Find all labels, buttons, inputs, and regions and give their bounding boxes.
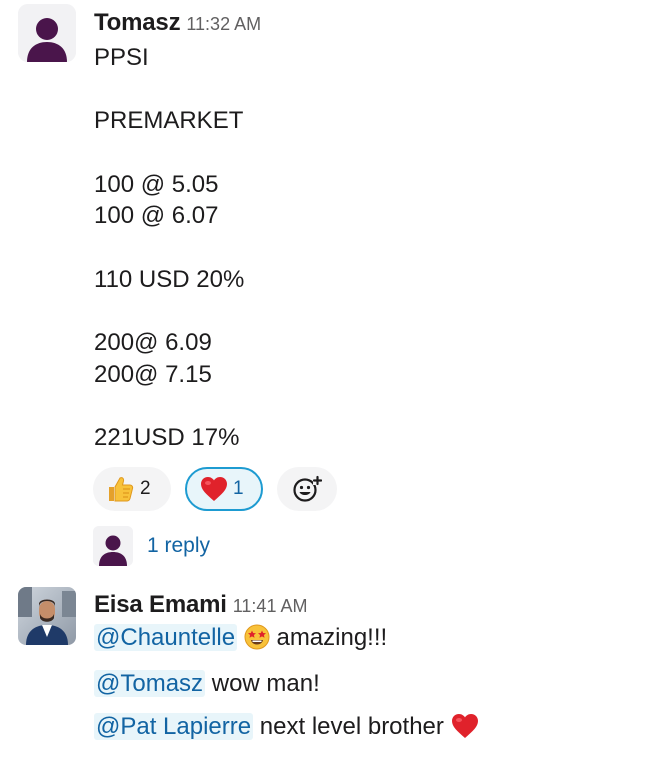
- message-line: 110 USD 20%: [94, 266, 245, 293]
- avatar[interactable]: [18, 587, 76, 645]
- message-line: PREMARKET: [94, 107, 244, 134]
- message-header: Eisa Emami 11:41 AM: [94, 591, 307, 619]
- author-name[interactable]: Tomasz: [94, 9, 181, 36]
- message-line: 221USD 17%: [94, 424, 240, 451]
- message-header: Tomasz 11:32 AM: [94, 9, 261, 37]
- message-line: 100 @ 6.07: [94, 202, 219, 229]
- reply-count-link[interactable]: 1 reply: [147, 534, 210, 558]
- user-mention[interactable]: @Pat Lapierre: [94, 713, 254, 740]
- timestamp[interactable]: 11:41 AM: [233, 596, 308, 616]
- message-line: @Tomasz wow man!: [94, 669, 320, 699]
- star-struck-icon: [244, 624, 270, 658]
- message-line: @Pat Lapierre next level brother: [94, 712, 479, 747]
- profile-photo: [18, 587, 76, 645]
- author-name[interactable]: Eisa Emami: [94, 591, 227, 618]
- user-silhouette-icon: [18, 4, 76, 62]
- message-text: next level brother: [259, 713, 444, 740]
- add-reaction-button[interactable]: [277, 467, 337, 511]
- reaction-red-heart[interactable]: 1: [185, 467, 263, 511]
- replier-avatar: [93, 526, 133, 566]
- message-line: 100 @ 5.05: [94, 171, 219, 198]
- avatar[interactable]: [18, 4, 76, 62]
- thumbs-up-icon: [109, 477, 134, 502]
- message-line: 200@ 6.09: [94, 329, 212, 356]
- message-line: @Chauntelle amazing!!!: [94, 623, 387, 658]
- message-text: wow man!: [211, 670, 320, 697]
- user-mention[interactable]: @Tomasz: [94, 670, 206, 697]
- reaction-count: 2: [140, 478, 151, 499]
- message-line: PPSI: [94, 44, 149, 71]
- add-reaction-icon: [293, 475, 322, 502]
- user-silhouette-icon: [93, 526, 133, 566]
- red-heart-icon: [201, 477, 227, 501]
- reaction-thumbs-up[interactable]: 2: [93, 467, 171, 511]
- message-text: amazing!!!: [276, 624, 388, 651]
- message-line: 200@ 7.15: [94, 361, 212, 388]
- reaction-count: 1: [233, 478, 244, 499]
- red-heart-icon: [451, 713, 479, 747]
- timestamp[interactable]: 11:32 AM: [186, 14, 261, 34]
- thread-replies[interactable]: 1 reply: [93, 524, 273, 568]
- user-mention[interactable]: @Chauntelle: [94, 624, 238, 651]
